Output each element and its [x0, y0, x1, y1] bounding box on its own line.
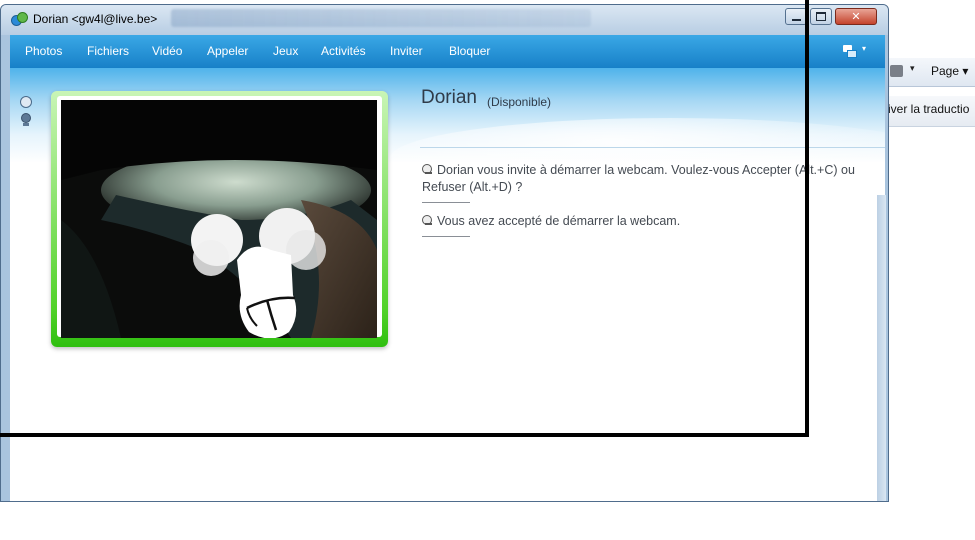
- translation-bar-label[interactable]: iver la traductio: [888, 102, 969, 116]
- drawn-rectangle-right-edge: [805, 0, 809, 437]
- conversation-message: Dorian vous invite à démarrer la webcam.…: [422, 162, 882, 196]
- contact-card-icon[interactable]: [21, 113, 31, 123]
- menu-item-activites[interactable]: Activités: [321, 44, 366, 58]
- message-text: Dorian vous invite à démarrer la webcam.…: [422, 163, 855, 194]
- menu-item-appeler[interactable]: Appeler: [207, 44, 248, 58]
- drawn-rectangle-bottom-edge: [0, 433, 809, 437]
- contact-card-icon-base: [23, 123, 29, 126]
- contact-status: (Disponible): [487, 95, 552, 109]
- webcam-video-image: [61, 100, 377, 338]
- print-dropdown-arrow[interactable]: ▾: [910, 64, 915, 74]
- blurred-background-tabs: [171, 9, 591, 27]
- translation-bar: iver la traductio: [885, 96, 975, 127]
- webcam-icon: [422, 215, 434, 226]
- menu-item-inviter[interactable]: Inviter: [390, 44, 423, 58]
- messenger-logo-icon: [11, 12, 28, 28]
- conversation-menu-bar: Photos Fichiers Vidéo Appeler Jeux Activ…: [10, 35, 885, 68]
- conversation-message: Vous avez accepté de démarrer la webcam.: [422, 213, 822, 230]
- menu-item-fichiers[interactable]: Fichiers: [87, 44, 129, 58]
- blank-bottom-area: [0, 502, 975, 540]
- webcam-frame: [51, 91, 388, 347]
- maximize-icon: [816, 12, 826, 21]
- collapse-panel-icon[interactable]: [20, 96, 32, 108]
- options-dropdown-arrow[interactable]: ▾: [862, 44, 866, 53]
- menu-item-jeux[interactable]: Jeux: [273, 44, 298, 58]
- message-text: Vous avez accepté de démarrer la webcam.: [437, 214, 681, 228]
- message-separator: [422, 236, 470, 237]
- window-title: Dorian <gw4l@live.be>: [33, 12, 158, 26]
- contact-name: Dorian: [421, 87, 477, 108]
- options-menu-icon[interactable]: [843, 45, 857, 58]
- window-right-border: [877, 195, 886, 501]
- minimize-icon: [791, 18, 801, 21]
- header-divider: [420, 147, 885, 148]
- print-icon[interactable]: [890, 65, 903, 77]
- menu-item-photos[interactable]: Photos: [25, 44, 62, 58]
- maximize-button[interactable]: [810, 8, 832, 25]
- close-button[interactable]: ✕: [835, 8, 877, 25]
- conversation-client-area: Photos Fichiers Vidéo Appeler Jeux Activ…: [10, 35, 885, 501]
- menu-item-bloquer[interactable]: Bloquer: [449, 44, 490, 58]
- webcam-video[interactable]: [61, 100, 377, 338]
- minimize-button[interactable]: [785, 8, 807, 25]
- message-separator: [422, 202, 470, 203]
- page-menu-button[interactable]: Page ▾: [931, 64, 968, 78]
- messenger-conversation-window: Dorian <gw4l@live.be> ✕ Photos Fichiers …: [0, 4, 889, 502]
- background-browser-window: ▾ Page ▾ iver la traductio: [885, 0, 975, 540]
- webcam-icon: [422, 164, 434, 175]
- title-bar[interactable]: Dorian <gw4l@live.be> ✕: [1, 5, 888, 35]
- browser-command-bar: ▾ Page ▾: [885, 58, 975, 87]
- menu-item-video[interactable]: Vidéo: [152, 44, 182, 58]
- close-icon: ✕: [851, 10, 861, 23]
